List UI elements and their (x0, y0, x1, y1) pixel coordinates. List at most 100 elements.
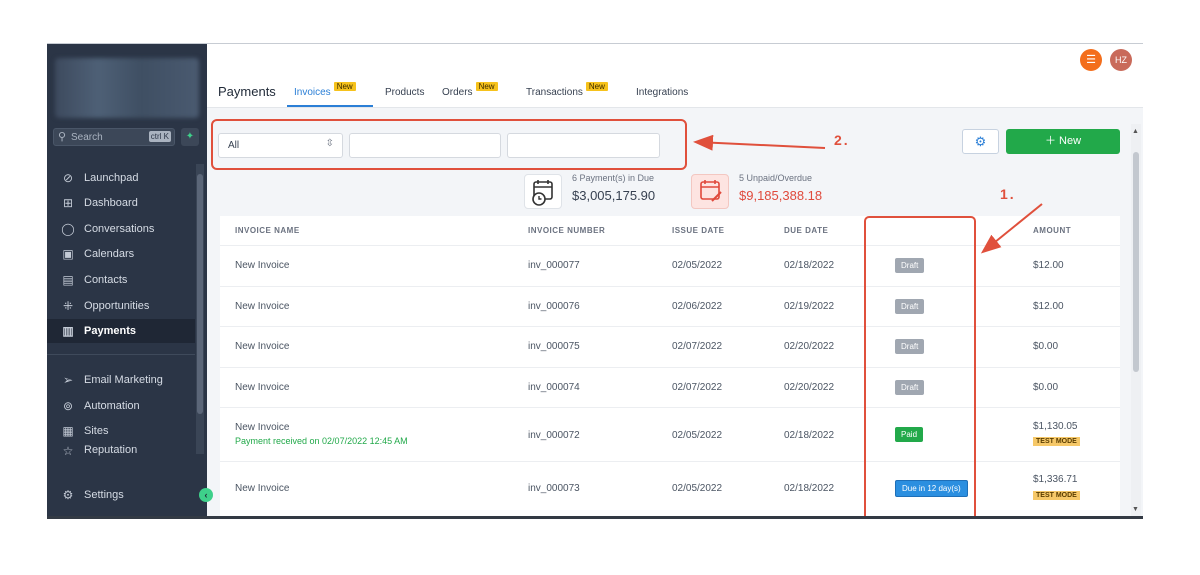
due-date: 02/20/2022 (784, 341, 835, 352)
amount: $12.00 (1033, 260, 1064, 271)
table-row[interactable]: New Invoice inv_000075 02/07/2022 02/20/… (220, 326, 1120, 367)
sidebar-item-label: Reputation (84, 444, 138, 456)
opportunities-icon: ⁜ (62, 299, 74, 313)
amount: $0.00 (1033, 341, 1059, 352)
new-invoice-button[interactable]: ＋ New (1006, 129, 1120, 154)
payments-icon: ▥ (62, 324, 74, 338)
calendar-icon: ▣ (62, 247, 74, 261)
sidebar-item-reputation[interactable]: ☆ Reputation (47, 444, 195, 458)
invoice-name[interactable]: New Invoice (235, 483, 289, 494)
amount: $0.00 (1033, 382, 1059, 393)
table-row[interactable]: New Invoice inv_000077 02/05/2022 02/18/… (220, 245, 1120, 286)
dashboard-icon: ⊞ (62, 196, 74, 210)
due-date: 02/18/2022 (784, 483, 835, 494)
column-header-invoice-number[interactable]: INVOICE NUMBER (528, 226, 605, 235)
due-date: 02/18/2022 (784, 260, 835, 271)
calendar-clock-icon (524, 174, 562, 209)
sidebar-item-label: Contacts (84, 274, 128, 286)
column-header-invoice-name[interactable]: INVOICE NAME (235, 226, 300, 235)
new-badge: New (475, 82, 498, 91)
main-scrollbar[interactable]: ▲ ▼ (1131, 124, 1141, 518)
invoice-name[interactable]: New Invoice (235, 341, 289, 352)
sidebar-item-email-marketing[interactable]: ➢ Email Marketing (47, 368, 195, 392)
table-row[interactable]: New Invoice inv_000076 02/06/2022 02/19/… (220, 286, 1120, 326)
sidebar-item-payments[interactable]: ▥ Payments (47, 319, 195, 343)
issue-date: 02/07/2022 (672, 382, 723, 393)
sidebar-item-sites[interactable]: ▦ Sites (47, 419, 195, 443)
table-row[interactable]: New Invoice Payment received on 02/07/20… (220, 407, 1120, 461)
tab-label: Integrations (636, 87, 689, 98)
annotation-box-status-column (864, 216, 976, 518)
task-list-icon[interactable]: ☰ (1080, 49, 1102, 71)
overdue-amount: $9,185,388.18 (739, 188, 823, 203)
scrollbar-thumb[interactable] (1133, 152, 1139, 372)
sidebar-item-conversations[interactable]: ◯ Conversations (47, 217, 195, 241)
payment-received-note: Payment received on 02/07/2022 12:45 AM (235, 436, 408, 446)
tab-products[interactable]: Products (385, 87, 424, 98)
rocket-icon: ⊘ (62, 171, 74, 185)
new-badge: New (585, 82, 608, 91)
sidebar-item-label: Email Marketing (84, 374, 163, 386)
sidebar-item-launchpad[interactable]: ⊘ Launchpad (47, 166, 195, 190)
sidebar-item-dashboard[interactable]: ⊞ Dashboard (47, 191, 195, 215)
table-row[interactable]: New Invoice inv_000074 02/07/2022 02/20/… (220, 367, 1120, 407)
sidebar-item-label: Dashboard (84, 197, 138, 209)
invoice-number: inv_000077 (528, 260, 580, 271)
settings-gear-button[interactable]: ⚙ (962, 129, 999, 154)
due-date: 02/20/2022 (784, 382, 835, 393)
collapse-sidebar-button[interactable]: ‹ (199, 488, 213, 502)
scroll-up-arrow[interactable]: ▲ (1132, 128, 1139, 135)
sidebar-item-label: Sites (84, 425, 109, 437)
issue-date: 02/05/2022 (672, 483, 723, 494)
invoice-name[interactable]: New Invoice (235, 422, 289, 433)
sidebar-item-label: Payments (84, 325, 136, 337)
tab-invoices[interactable]: InvoicesNew (294, 82, 356, 98)
sidebar-item-contacts[interactable]: ▤ Contacts (47, 268, 195, 292)
test-mode-badge: TEST MODE (1033, 491, 1080, 500)
column-header-amount[interactable]: AMOUNT (1033, 226, 1071, 235)
annotation-arrow-2 (693, 134, 826, 151)
tab-label: Invoices (294, 87, 331, 98)
column-header-issue-date[interactable]: ISSUE DATE (672, 226, 724, 235)
issue-date: 02/06/2022 (672, 301, 723, 312)
search-shortcut: ctrl K (148, 131, 171, 142)
tab-integrations[interactable]: Integrations (636, 87, 688, 98)
invoice-name[interactable]: New Invoice (235, 260, 289, 271)
tab-label: Orders (442, 87, 473, 98)
tab-orders[interactable]: OrdersNew (442, 82, 498, 98)
plus-icon: ＋ (1044, 135, 1056, 147)
company-logo (55, 58, 199, 118)
test-mode-badge: TEST MODE (1033, 437, 1080, 446)
table-row[interactable]: New Invoice inv_000073 02/05/2022 02/18/… (220, 461, 1120, 518)
automation-icon: ⊚ (62, 399, 74, 413)
sidebar: ⚲ Search ctrl K ✦ ⊘ Launchpad ⊞ Dashboar… (47, 44, 213, 518)
sidebar-item-opportunities[interactable]: ⁜ Opportunities (47, 294, 195, 318)
contacts-icon: ▤ (62, 273, 74, 287)
issue-date: 02/05/2022 (672, 260, 723, 271)
column-header-due-date[interactable]: DUE DATE (784, 226, 828, 235)
scrollbar-thumb[interactable] (197, 174, 203, 414)
invoice-name[interactable]: New Invoice (235, 382, 289, 393)
sidebar-item-settings[interactable]: ⚙ Settings (47, 483, 195, 507)
annotation-label-2: 2. (834, 132, 850, 148)
sidebar-search[interactable]: ⚲ Search ctrl K (53, 128, 175, 146)
quick-action-button[interactable]: ✦ (181, 128, 199, 146)
sidebar-item-calendars[interactable]: ▣ Calendars (47, 242, 195, 266)
header-bar (207, 44, 1143, 108)
invoice-name[interactable]: New Invoice (235, 301, 289, 312)
annotation-label-1: 1. (1000, 186, 1016, 202)
scroll-down-arrow[interactable]: ▼ (1132, 506, 1139, 513)
active-tab-indicator (287, 105, 373, 107)
invoice-number: inv_000073 (528, 483, 580, 494)
due-amount: $3,005,175.90 (572, 188, 656, 203)
invoices-table: INVOICE NAME INVOICE NUMBER ISSUE DATE D… (220, 216, 1120, 518)
amount: $1,336.71 (1033, 474, 1078, 485)
sidebar-item-label: Conversations (84, 223, 155, 235)
sidebar-scrollbar[interactable] (196, 164, 204, 454)
invoice-number: inv_000076 (528, 301, 580, 312)
amount: $1,130.05 (1033, 421, 1078, 432)
sidebar-item-automation[interactable]: ⊚ Automation (47, 394, 195, 418)
tab-transactions[interactable]: TransactionsNew (526, 82, 608, 98)
search-icon: ⚲ (58, 131, 67, 143)
user-avatar[interactable]: HZ (1110, 49, 1132, 71)
